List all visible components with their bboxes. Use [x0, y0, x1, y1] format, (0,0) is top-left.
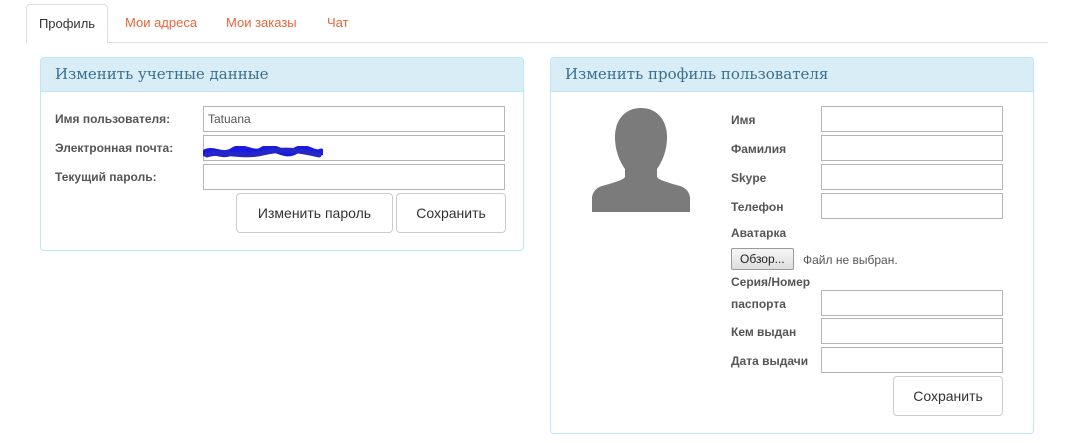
passport-label-line2: паспорта	[731, 297, 786, 311]
issued-by-label: Кем выдан	[731, 325, 797, 339]
tab-profile[interactable]: Профиль	[26, 4, 108, 43]
account-save-button[interactable]: Сохранить	[396, 193, 506, 233]
phone-input[interactable]	[821, 193, 1003, 219]
email-label: Электронная почта:	[55, 141, 174, 155]
skype-label: Skype	[731, 171, 767, 185]
first-name-label: Имя	[731, 113, 756, 127]
phone-label: Телефон	[731, 200, 784, 214]
profile-panel-title: Изменить профиль пользователя	[551, 58, 1033, 92]
username-input[interactable]	[203, 106, 505, 132]
profile-tabs: Профиль Мои адреса Мои заказы Чат	[26, 4, 1048, 43]
last-name-input[interactable]	[821, 135, 1003, 161]
account-panel-title: Изменить учетные данные	[41, 58, 523, 92]
issue-date-label: Дата выдачи	[731, 354, 809, 368]
passport-number-input[interactable]	[821, 290, 1003, 316]
tab-chat[interactable]: Чат	[327, 4, 349, 42]
profile-save-button[interactable]: Сохранить	[893, 376, 1003, 416]
avatar-label: Аватарка	[731, 226, 787, 240]
issued-by-input[interactable]	[821, 318, 1003, 344]
no-file-text: Файл не выбран.	[803, 253, 898, 267]
current-password-input[interactable]	[203, 164, 505, 190]
issue-date-input[interactable]	[821, 347, 1003, 373]
person-silhouette-icon	[592, 108, 690, 212]
change-password-button[interactable]: Изменить пароль	[236, 193, 393, 233]
current-password-label: Текущий пароль:	[55, 170, 157, 184]
email-redaction-scribble	[203, 146, 323, 158]
first-name-input[interactable]	[821, 106, 1003, 132]
avatar-browse-button[interactable]: Обзор...	[731, 248, 794, 270]
tab-my-addresses[interactable]: Мои адреса	[125, 4, 197, 42]
username-label: Имя пользователя:	[55, 112, 171, 126]
skype-input[interactable]	[821, 164, 1003, 190]
tab-my-orders[interactable]: Мои заказы	[226, 4, 297, 42]
passport-label-line1: Серия/Номер	[731, 275, 811, 289]
last-name-label: Фамилия	[731, 142, 787, 156]
